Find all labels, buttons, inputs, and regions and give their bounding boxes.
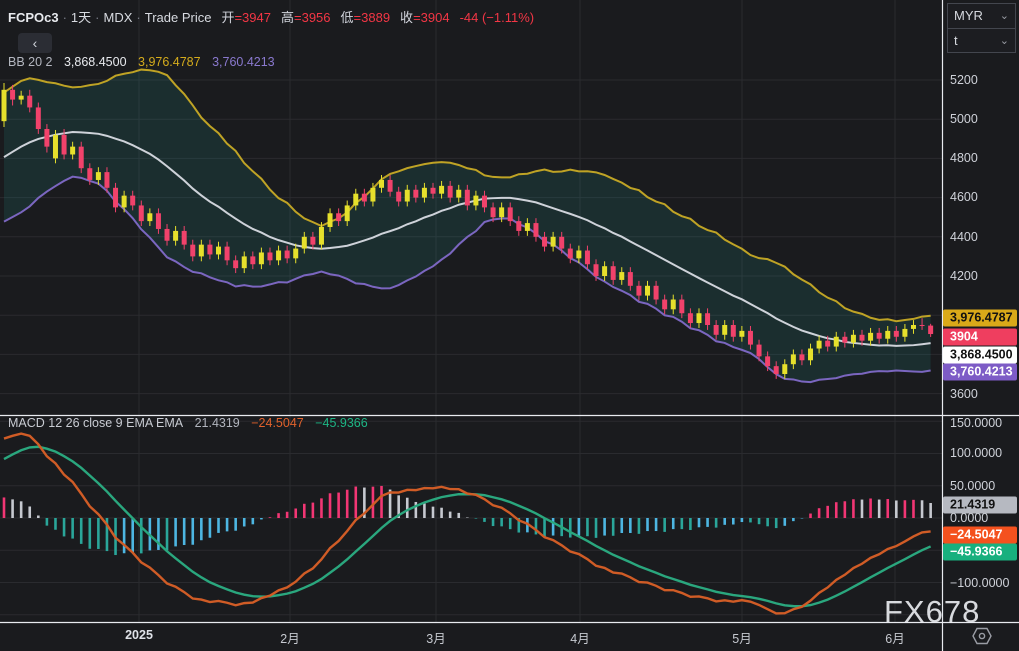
- bb-indicator-title: BB 20 2: [8, 55, 53, 69]
- macd-tick: 100.0000: [950, 446, 1003, 460]
- ohlc-value: =3889: [353, 10, 391, 25]
- exchange-name: MDX: [103, 10, 133, 25]
- currency-unit-box: MYR ⌄ t ⌄: [947, 3, 1016, 53]
- price-tick: 4200: [950, 269, 978, 283]
- price-tick: 5200: [950, 73, 978, 87]
- interval-value[interactable]: 1天: [71, 10, 91, 25]
- price-change: -44 (−1.11%): [459, 10, 535, 25]
- chevron-down-icon: ⌄: [999, 35, 1009, 47]
- scale-settings-icon[interactable]: [972, 627, 992, 645]
- macd-line-value: −24.5047: [251, 416, 304, 430]
- ohlc-label: 收: [400, 10, 414, 25]
- time-label: 5月: [732, 632, 752, 646]
- ohlc-value: =3947: [234, 10, 271, 25]
- symbol-name[interactable]: FCPOc3: [8, 10, 59, 25]
- macd-line-value-label: −24.5047: [943, 526, 1017, 544]
- bb-indicator-row[interactable]: BB 20 2 3,868.4500 3,976.4787 3,760.4213: [8, 55, 275, 69]
- bb-upper-value: 3,976.4787: [138, 55, 201, 69]
- currency-value: MYR: [954, 8, 983, 23]
- time-label: 6月: [885, 632, 905, 646]
- time-label: 3月: [426, 632, 446, 646]
- unit-value: t: [954, 33, 958, 48]
- currency-dropdown[interactable]: MYR ⌄: [948, 4, 1015, 28]
- price-tick: 5000: [950, 112, 978, 126]
- macd-indicator-title: MACD 12 26 close 9 EMA EMA: [8, 416, 184, 430]
- separator-dot: ·: [136, 10, 141, 25]
- chart-canvas[interactable]: [0, 0, 1019, 651]
- chevron-down-icon: ⌄: [999, 10, 1009, 22]
- price-tick: 4400: [950, 230, 978, 244]
- macd-signal-value-label: −45.9366: [943, 543, 1017, 561]
- macd-tick: 150.0000: [950, 416, 1003, 430]
- macd-tick: 50.0000: [950, 479, 996, 493]
- price-tick: 4800: [950, 151, 978, 165]
- bb-lower-price-label: 3,760.4213: [943, 363, 1017, 381]
- macd-hist-value-label: 21.4319: [943, 496, 1017, 514]
- price-tick: 4600: [950, 190, 978, 204]
- bb-upper-price-label: 3,976.4787: [943, 309, 1017, 327]
- bb-lower-value: 3,760.4213: [212, 55, 275, 69]
- ohlc-label: 低: [340, 10, 354, 25]
- series-type: Trade Price: [144, 10, 212, 25]
- separator-dot: ·: [95, 10, 100, 25]
- last-price-label: 3904: [943, 328, 1017, 346]
- macd-signal-value: −45.9366: [315, 416, 368, 430]
- ohlc-value: =3956: [294, 10, 331, 25]
- bb-basis-value: 3,868.4500: [63, 55, 127, 69]
- ohlc-label: 开: [221, 10, 235, 25]
- bb-basis-price-label: 3,868.4500: [943, 346, 1017, 364]
- chevron-left-icon: ‹: [32, 35, 38, 51]
- macd-tick: −100.0000: [950, 576, 1010, 590]
- time-label: 4月: [570, 632, 590, 646]
- trading-chart-app: FCPOc3 · 1天 · MDX · Trade Price 开=3947 高=3956 低=3…: [0, 0, 1019, 651]
- separator-dot: ·: [62, 10, 67, 25]
- back-button[interactable]: ‹: [18, 33, 52, 53]
- macd-hist-value: 21.4319: [194, 416, 240, 430]
- time-label: 2月: [280, 632, 300, 646]
- price-tick: 3600: [950, 387, 978, 401]
- macd-indicator-row[interactable]: MACD 12 26 close 9 EMA EMA 21.4319 −24.5…: [8, 416, 368, 430]
- ohlc-value: =3904: [413, 10, 450, 25]
- symbol-status-row: FCPOc3 · 1天 · MDX · Trade Price 开=3947 高=3956 低=3…: [8, 7, 534, 26]
- time-label: 2025: [125, 628, 153, 642]
- fx678-watermark: FX678: [884, 594, 981, 629]
- unit-dropdown[interactable]: t ⌄: [948, 28, 1015, 53]
- ohlc-label: 高: [280, 10, 294, 25]
- ohlc-readout: 开=3947 高=3956 低=3889 收=3904 -44 (−1.11%): [211, 10, 534, 25]
